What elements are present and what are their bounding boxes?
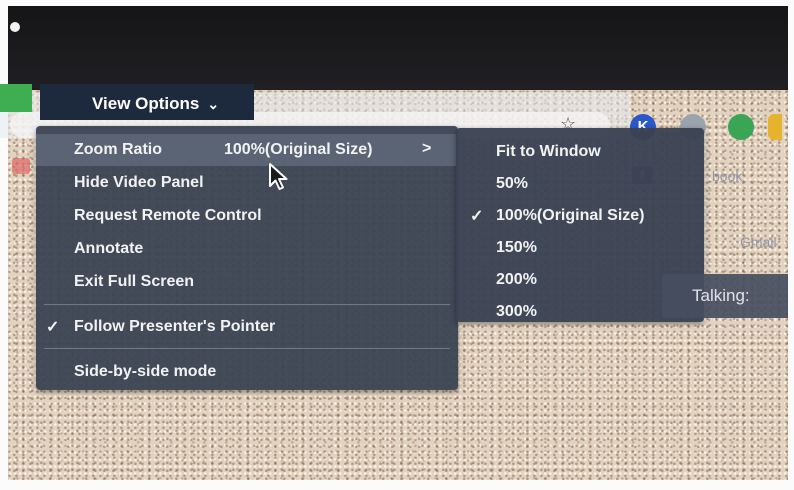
gmail-label: Gmail xyxy=(740,234,777,250)
menu-item-follow-presenters-pointer[interactable]: ✓ Follow Presenter's Pointer xyxy=(36,311,458,343)
menu-item-label: Request Remote Control xyxy=(74,207,262,224)
submenu-item-label: 300% xyxy=(496,303,537,320)
menu-item-annotate[interactable]: Annotate xyxy=(36,233,458,265)
view-options-menu: Zoom Ratio 100%(Original Size) > Hide Vi… xyxy=(36,126,458,390)
menu-divider xyxy=(44,348,450,349)
menu-item-label: Hide Video Panel xyxy=(74,174,204,191)
facebook-bookmark-label: book xyxy=(712,168,743,184)
green-tab xyxy=(0,84,32,112)
submenu-item-100-original[interactable]: ✓ 100%(Original Size) xyxy=(456,200,704,232)
talking-label: Talking: xyxy=(692,286,750,305)
camera-dot xyxy=(10,22,20,32)
checkmark-icon: ✓ xyxy=(46,319,60,336)
mouse-pointer-icon xyxy=(269,163,288,190)
menu-item-label: Follow Presenter's Pointer xyxy=(74,318,276,335)
menu-item-zoom-ratio[interactable]: Zoom Ratio 100%(Original Size) > xyxy=(36,134,458,166)
extension-green-icon xyxy=(728,114,754,140)
chevron-right-icon: > xyxy=(422,140,432,157)
bookmark-icon xyxy=(12,158,30,174)
extension-yellow-icon xyxy=(768,114,782,140)
chevron-down-icon: ⌄ xyxy=(207,96,220,112)
submenu-item-50[interactable]: 50% xyxy=(456,168,704,200)
submenu-item-150[interactable]: 150% xyxy=(456,232,704,264)
menu-item-label: Annotate xyxy=(74,240,144,257)
menu-item-request-remote-control[interactable]: Request Remote Control xyxy=(36,200,458,232)
view-options-button[interactable]: View Options ⌄ xyxy=(40,84,254,120)
submenu-item-label: 200% xyxy=(496,271,537,288)
menu-item-exit-full-screen[interactable]: Exit Full Screen xyxy=(36,266,458,298)
zoom-ratio-value: 100%(Original Size) xyxy=(224,141,373,158)
screen-top-area xyxy=(8,6,788,90)
menu-item-label: Exit Full Screen xyxy=(74,273,195,290)
menu-item-side-by-side-mode[interactable]: Side-by-side mode xyxy=(36,356,458,388)
submenu-item-label: 100%(Original Size) xyxy=(496,207,645,224)
view-options-label: View Options xyxy=(92,94,200,113)
menu-item-hide-video-panel[interactable]: Hide Video Panel xyxy=(36,167,458,199)
menu-item-label: Zoom Ratio xyxy=(74,141,162,158)
menu-divider xyxy=(44,304,450,305)
submenu-item-fit-to-window[interactable]: Fit to Window xyxy=(456,136,704,168)
talking-indicator: Talking: xyxy=(662,274,788,318)
menu-item-label: Side-by-side mode xyxy=(74,363,217,380)
checkmark-icon: ✓ xyxy=(470,208,484,225)
submenu-item-label: Fit to Window xyxy=(496,143,601,160)
submenu-item-label: 150% xyxy=(496,239,537,256)
submenu-item-label: 50% xyxy=(496,175,529,192)
